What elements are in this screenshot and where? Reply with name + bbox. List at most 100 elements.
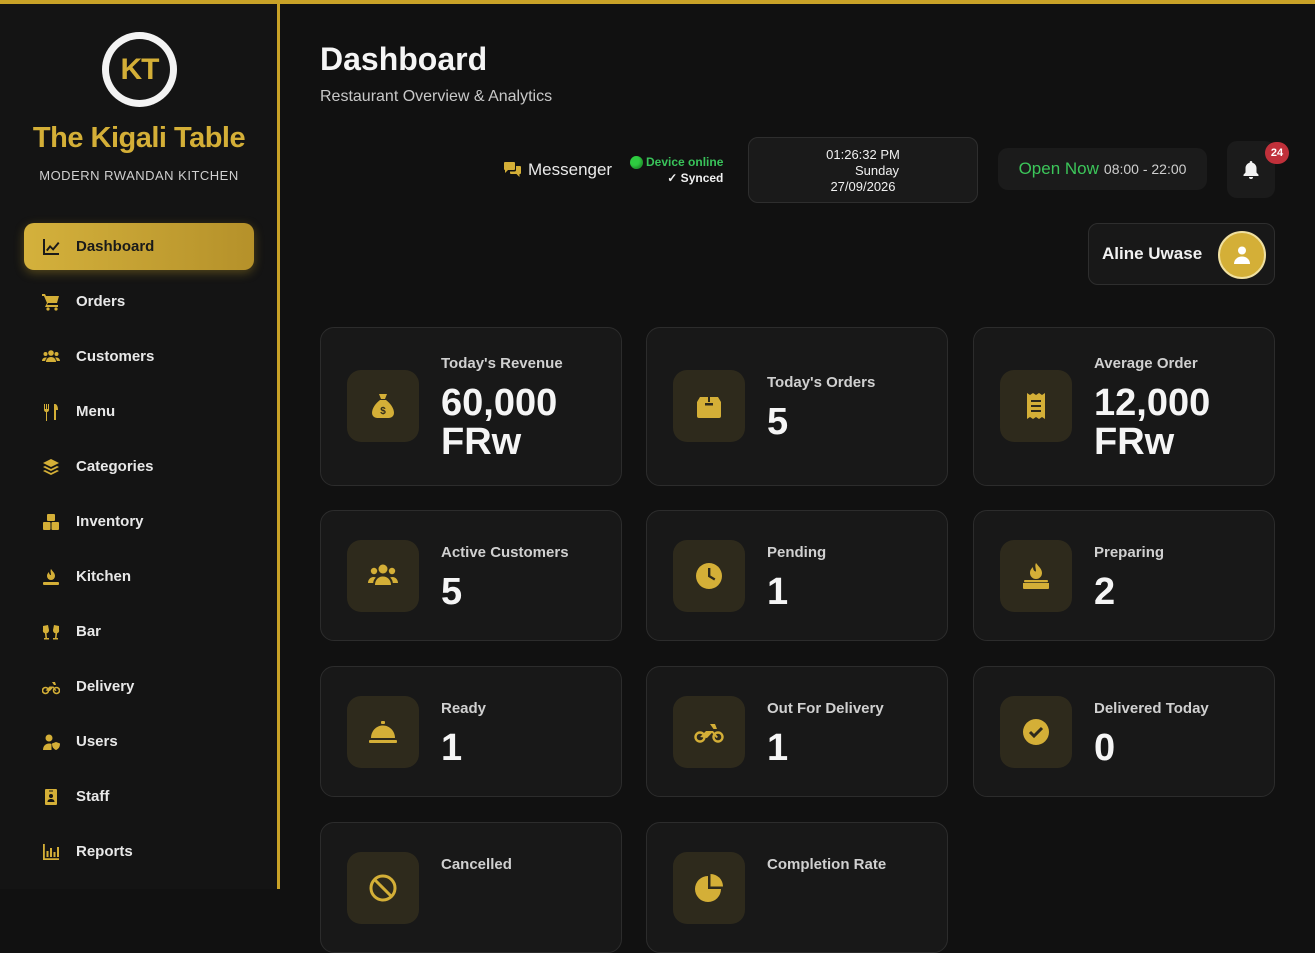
sidebar: KT The Kigali Table MODERN RWANDAN KITCH… — [0, 4, 280, 889]
sidebar-item-label: Dashboard — [76, 238, 155, 255]
stat-card-cancelled: Cancelled — [320, 822, 622, 953]
clock-time: 01:26:32 PM — [826, 147, 900, 162]
pie-chart-icon — [673, 852, 745, 924]
stat-label: Completion Rate — [767, 856, 887, 873]
messenger-button[interactable]: Messenger — [503, 160, 612, 180]
stat-label: Pending — [767, 544, 827, 561]
sidebar-item-orders[interactable]: Orders — [24, 278, 254, 325]
user-shield-icon — [41, 733, 61, 751]
logo-monogram: KT — [109, 39, 170, 100]
notification-count-badge: 24 — [1265, 142, 1289, 164]
sidebar-item-dashboard[interactable]: Dashboard — [24, 223, 254, 270]
open-hours: 08:00 - 22:00 — [1103, 161, 1187, 177]
stat-card-out-for-delivery: Out For Delivery 1 — [646, 666, 948, 797]
sidebar-item-customers[interactable]: Customers — [24, 333, 254, 380]
sidebar-item-reports[interactable]: Reports — [24, 828, 254, 875]
users-icon — [347, 540, 419, 612]
comments-icon — [504, 162, 521, 177]
open-status-badge: Open Now 08:00 - 22:00 — [998, 148, 1207, 190]
stat-card-completion-rate: Completion Rate — [646, 822, 948, 953]
stat-label: Active Customers — [441, 544, 569, 561]
stat-value: 1 — [441, 727, 463, 769]
sidebar-item-label: Staff — [76, 788, 110, 805]
stat-label: Today's Orders — [767, 374, 876, 391]
stat-label: Today's Revenue — [441, 355, 563, 372]
stat-value: 1 — [767, 727, 789, 769]
stat-value: 5 — [767, 401, 789, 443]
cloche-icon — [347, 696, 419, 768]
stat-card-delivered-today: Delivered Today 0 — [973, 666, 1275, 797]
stat-card-pending: Pending 1 — [646, 510, 948, 641]
sidebar-item-label: Reports — [76, 843, 133, 860]
clock-day: Sunday — [854, 163, 900, 178]
device-status: Device online ✓ Synced — [630, 154, 723, 186]
stat-label: Ready — [441, 700, 487, 717]
stat-value: 5 — [441, 571, 463, 613]
sidebar-item-label: Customers — [76, 348, 155, 365]
stat-label: Delivered Today — [1094, 700, 1209, 717]
sidebar-item-label: Delivery — [76, 678, 135, 695]
motorcycle-icon — [673, 696, 745, 768]
user-menu[interactable]: Aline Uwase — [1088, 223, 1275, 285]
receipt-icon — [1000, 370, 1072, 442]
bell-icon — [1243, 160, 1259, 179]
id-badge-icon — [41, 788, 61, 806]
layers-icon — [41, 458, 61, 476]
sync-status: ✓ Synced — [667, 171, 724, 185]
stat-value: 12,000 FRw — [1094, 382, 1211, 463]
stat-card-preparing: Preparing 2 — [973, 510, 1275, 641]
ban-icon — [347, 852, 419, 924]
stat-label: Out For Delivery — [767, 700, 884, 717]
user-icon — [1234, 246, 1250, 264]
stat-label: Average Order — [1094, 355, 1198, 372]
brand-name: The Kigali Table — [32, 122, 246, 154]
brand-logo[interactable]: KT — [102, 32, 177, 107]
boxes-icon — [41, 513, 61, 531]
sidebar-item-inventory[interactable]: Inventory — [24, 498, 254, 545]
utensils-icon — [41, 403, 61, 421]
stat-value: 0 — [1094, 727, 1116, 769]
avatar — [1218, 231, 1266, 279]
check-circle-icon — [1000, 696, 1072, 768]
sidebar-item-delivery[interactable]: Delivery — [24, 663, 254, 710]
user-name: Aline Uwase — [1102, 244, 1203, 263]
notifications-button[interactable]: 24 — [1227, 141, 1289, 198]
burner-icon — [1000, 540, 1072, 612]
burner-icon — [41, 568, 61, 586]
sidebar-item-label: Users — [76, 733, 118, 750]
users-icon — [41, 348, 61, 366]
svg-text:$: $ — [380, 406, 386, 417]
sidebar-item-label: Orders — [76, 293, 126, 310]
device-online-text: Device online — [646, 155, 724, 169]
sidebar-item-users[interactable]: Users — [24, 718, 254, 765]
brand-tagline: MODERN RWANDAN KITCHEN — [39, 168, 239, 183]
stat-value: 2 — [1094, 571, 1116, 613]
box-icon — [673, 370, 745, 442]
clock-icon — [673, 540, 745, 612]
sidebar-item-bar[interactable]: Bar — [24, 608, 254, 655]
sidebar-item-label: Kitchen — [76, 568, 132, 585]
sidebar-item-kitchen[interactable]: Kitchen — [24, 553, 254, 600]
stat-label: Cancelled — [441, 856, 512, 873]
cart-icon — [41, 293, 61, 311]
stat-value: 60,000 FRw — [441, 382, 558, 463]
stat-card-orders: Today's Orders 5 — [646, 327, 948, 486]
money-bag-icon: $ — [347, 370, 419, 442]
sidebar-item-staff[interactable]: Staff — [24, 773, 254, 820]
glasses-cheers-icon — [41, 623, 61, 641]
sidebar-item-menu[interactable]: Menu — [24, 388, 254, 435]
stat-card-active-customers: Active Customers 5 — [320, 510, 622, 641]
clock-date: 27/09/2026 — [830, 179, 896, 194]
page-title: Dashboard — [320, 41, 488, 77]
stat-card-ready: Ready 1 — [320, 666, 622, 797]
clock-widget: 01:26:32 PM Sunday 27/09/2026 — [748, 137, 978, 203]
motorcycle-icon — [41, 678, 61, 696]
sidebar-item-categories[interactable]: Categories — [24, 443, 254, 490]
online-dot-icon — [630, 155, 643, 169]
open-status-text: Open Now — [1018, 159, 1099, 178]
sidebar-item-label: Menu — [76, 403, 116, 420]
page-subtitle: Restaurant Overview & Analytics — [320, 88, 553, 105]
stat-label: Preparing — [1094, 544, 1165, 561]
sidebar-item-label: Categories — [76, 458, 154, 475]
stat-value: 1 — [767, 571, 789, 613]
